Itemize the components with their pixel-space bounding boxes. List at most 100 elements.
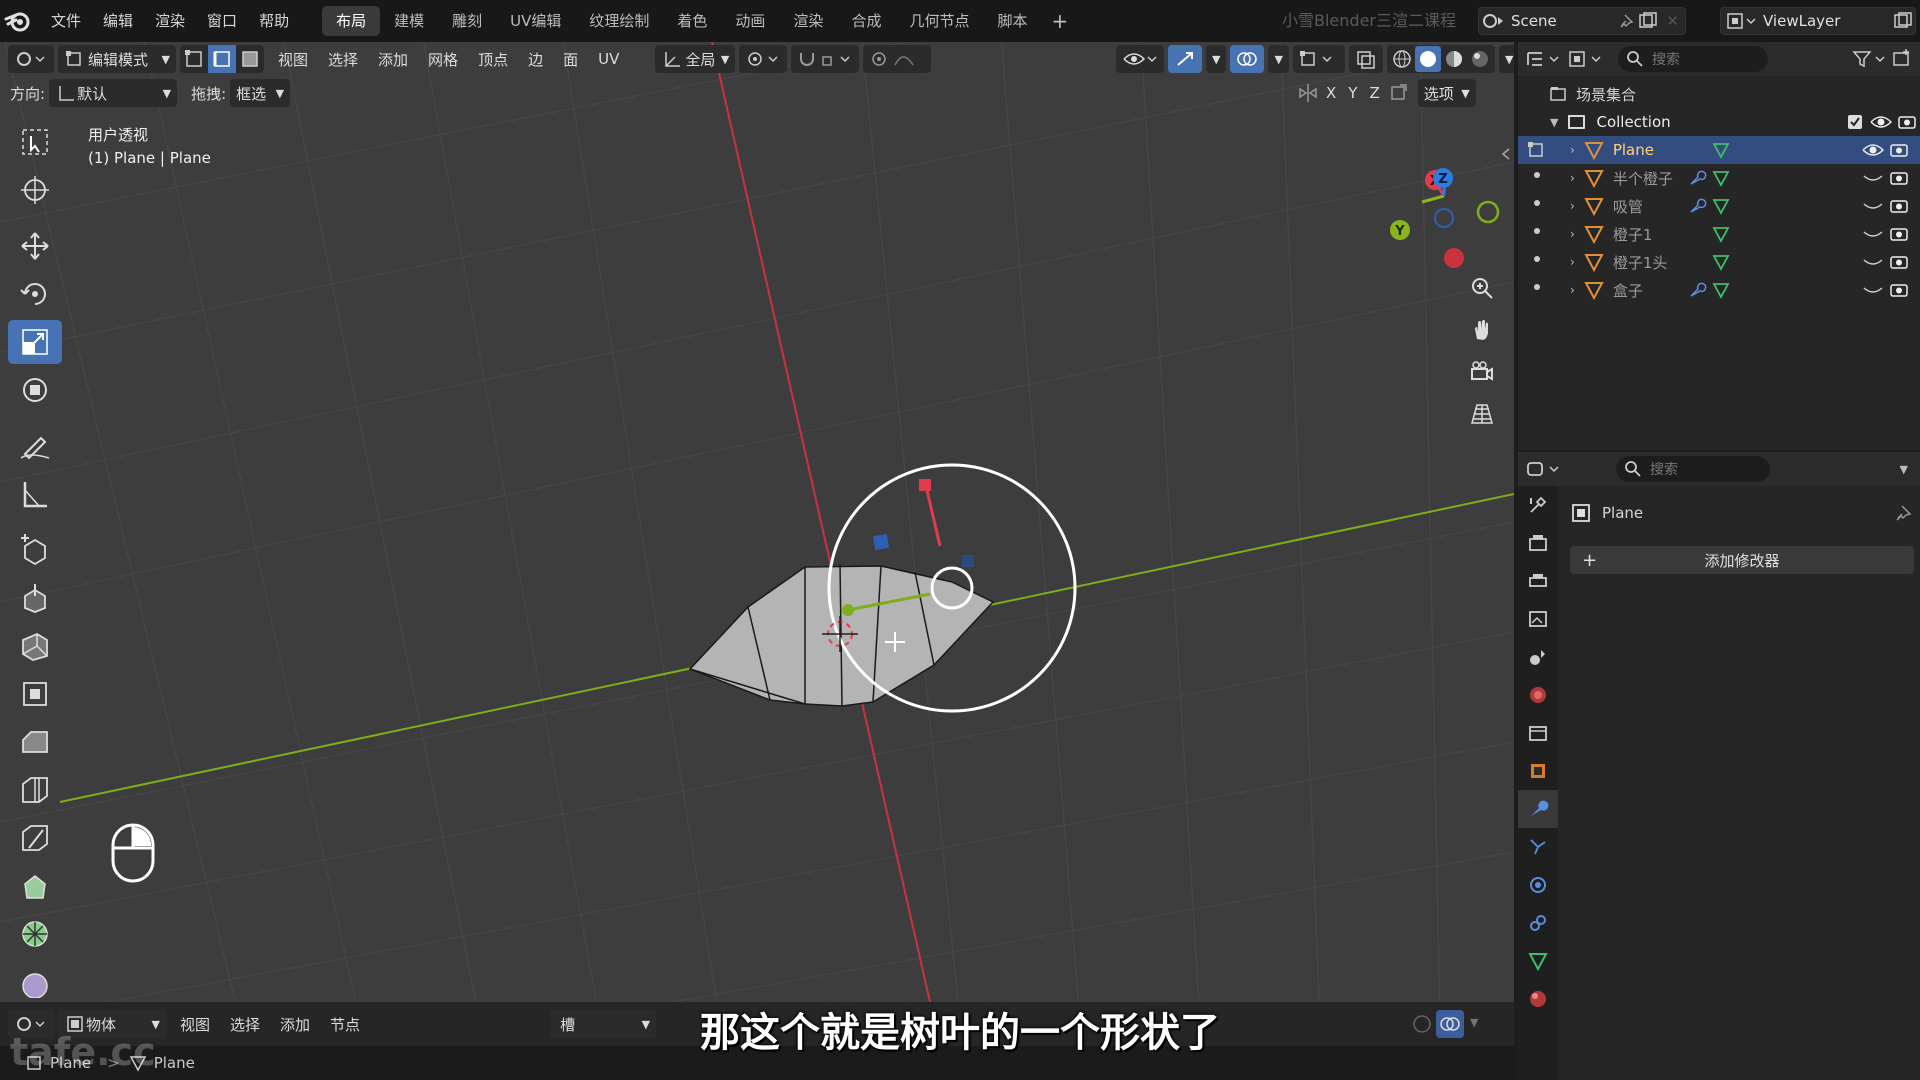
view-layer-selector[interactable]: ViewLayer	[1720, 7, 1916, 35]
mesh-edit-overlay-toggle[interactable]	[1292, 45, 1345, 73]
mirror-icon[interactable]	[1296, 81, 1320, 105]
pin-icon[interactable]	[1616, 11, 1636, 31]
solid-shading-icon[interactable]	[1414, 46, 1441, 72]
menu-window[interactable]: 窗口	[196, 0, 248, 42]
editor-type-button[interactable]	[8, 45, 54, 73]
eye-icon[interactable]	[1860, 140, 1886, 160]
chevron-down-icon[interactable]: ▼	[1900, 463, 1914, 476]
material-shading-icon[interactable]	[1441, 46, 1467, 72]
filter-icon[interactable]	[1850, 47, 1890, 71]
chevron-right-icon[interactable]: ›	[1570, 171, 1575, 185]
render-camera-icon[interactable]	[1886, 252, 1912, 272]
node-menu-node[interactable]: 节点	[320, 1014, 370, 1035]
inset-tool[interactable]	[8, 672, 62, 716]
tab-particles[interactable]	[1518, 828, 1558, 866]
shading-dropdown[interactable]: ▼	[1498, 45, 1514, 73]
row-dot-icon[interactable]	[1534, 256, 1540, 262]
tab-sculpting[interactable]: 雕刻	[438, 6, 496, 36]
outliner-object-row[interactable]: › Plane	[1518, 136, 1920, 164]
eye-closed-icon[interactable]	[1860, 280, 1886, 300]
edit-mode-toggle-icon[interactable]	[1526, 140, 1548, 160]
mode-selector[interactable]: 编辑模式 ▼	[58, 45, 176, 73]
visibility-toggle[interactable]	[1116, 45, 1164, 73]
new-collection-icon[interactable]	[1890, 47, 1914, 71]
chevron-right-icon[interactable]: ›	[1570, 283, 1575, 297]
new-view-layer-icon[interactable]	[1891, 11, 1915, 31]
blender-logo-icon[interactable]	[4, 7, 32, 35]
leaf-mesh[interactable]	[688, 563, 995, 707]
exclude-checkbox-icon[interactable]	[1846, 113, 1864, 131]
tab-modifiers[interactable]	[1518, 790, 1558, 828]
sidebar-toggle-icon[interactable]	[1500, 146, 1512, 162]
outliner-object-row[interactable]: › 吸管	[1518, 192, 1920, 220]
pan-button[interactable]	[1464, 312, 1500, 348]
chevron-right-icon[interactable]: ›	[1570, 255, 1575, 269]
menu-view[interactable]: 视图	[268, 49, 318, 70]
menu-face[interactable]: 面	[553, 49, 588, 70]
transform-tool[interactable]	[8, 368, 62, 412]
3d-viewport[interactable]: 编辑模式 ▼ 视图 选择 添加 网格 顶点 边 面 UV 全局 ▼ ▼ ▼ ▼ …	[0, 42, 1514, 1002]
gizmo-negative-x[interactable]	[1442, 244, 1472, 274]
tab-layout[interactable]: 布局	[322, 6, 381, 36]
pivot-point-selector[interactable]	[739, 45, 788, 73]
tab-rendering[interactable]: 渲染	[779, 6, 837, 36]
wireframe-shading-icon[interactable]	[1389, 46, 1415, 72]
chevron-right-icon[interactable]: ›	[1570, 143, 1575, 157]
gizmo-toggle[interactable]	[1168, 45, 1202, 73]
chevron-right-icon[interactable]: ›	[1570, 199, 1575, 213]
close-scene-icon[interactable]: ✕	[1660, 12, 1685, 30]
row-dot-icon[interactable]	[1534, 284, 1540, 290]
loop-cut-tool[interactable]	[8, 768, 62, 812]
new-scene-icon[interactable]	[1636, 11, 1660, 31]
inset-faces-tool[interactable]	[8, 624, 62, 668]
proportional-edit-toggle[interactable]	[863, 45, 932, 73]
render-camera-icon[interactable]	[1886, 168, 1912, 188]
tab-uv-editing[interactable]: UV编辑	[496, 6, 575, 36]
tab-compositing[interactable]: 合成	[837, 6, 895, 36]
knife-tool[interactable]	[8, 816, 62, 860]
pin-icon[interactable]	[1892, 502, 1914, 524]
extrude-region-tool[interactable]	[8, 576, 62, 620]
material-slot-selector[interactable]: 槽 ▼	[550, 1010, 657, 1038]
properties-editor-icon[interactable]	[1524, 457, 1564, 481]
render-camera-icon[interactable]	[1894, 112, 1920, 132]
node-menu-add[interactable]: 添加	[270, 1014, 320, 1035]
face-select-icon[interactable]	[236, 45, 264, 73]
tab-animation[interactable]: 动画	[721, 6, 779, 36]
menu-vertex[interactable]: 顶点	[468, 49, 518, 70]
mirror-z-toggle[interactable]: Z	[1363, 84, 1385, 102]
tab-constraints[interactable]	[1518, 904, 1558, 942]
tab-shading[interactable]: 着色	[663, 6, 721, 36]
chevron-down-icon[interactable]: ▼	[1550, 116, 1558, 129]
perspective-toggle-button[interactable]	[1464, 396, 1500, 432]
edge-select-icon[interactable]	[208, 45, 236, 73]
eye-closed-icon[interactable]	[1860, 252, 1886, 272]
measure-tool[interactable]	[8, 472, 62, 516]
rendered-shading-icon[interactable]	[1467, 46, 1493, 72]
tab-collection[interactable]	[1518, 714, 1558, 752]
transform-orientation-selector[interactable]: 全局 ▼	[655, 45, 736, 73]
node-menu-select[interactable]: 选择	[220, 1014, 270, 1035]
bevel-tool[interactable]	[8, 720, 62, 764]
scene-collection-row[interactable]: 场景集合	[1518, 80, 1920, 108]
outliner-object-row[interactable]: › 盒子	[1518, 276, 1920, 304]
row-dot-icon[interactable]	[1534, 228, 1540, 234]
render-camera-icon[interactable]	[1886, 280, 1912, 300]
tab-tool[interactable]	[1518, 486, 1558, 524]
outliner-search-input[interactable]: 搜索	[1618, 46, 1768, 72]
menu-uv[interactable]: UV	[588, 50, 629, 68]
tab-scene[interactable]	[1518, 638, 1558, 676]
properties-search-input[interactable]: 搜索	[1616, 456, 1770, 482]
annotate-tool[interactable]	[8, 424, 62, 468]
scale-tool[interactable]	[8, 320, 62, 364]
mirror-x-toggle[interactable]: X	[1320, 84, 1342, 102]
tab-data[interactable]	[1518, 942, 1558, 980]
render-camera-icon[interactable]	[1886, 196, 1912, 216]
eye-closed-icon[interactable]	[1860, 168, 1886, 188]
tab-material[interactable]	[1518, 980, 1558, 1018]
render-camera-icon[interactable]	[1886, 224, 1912, 244]
tab-view-layer[interactable]	[1518, 600, 1558, 638]
menu-help[interactable]: 帮助	[248, 0, 300, 42]
eye-icon[interactable]	[1868, 112, 1894, 132]
menu-edge[interactable]: 边	[518, 49, 553, 70]
